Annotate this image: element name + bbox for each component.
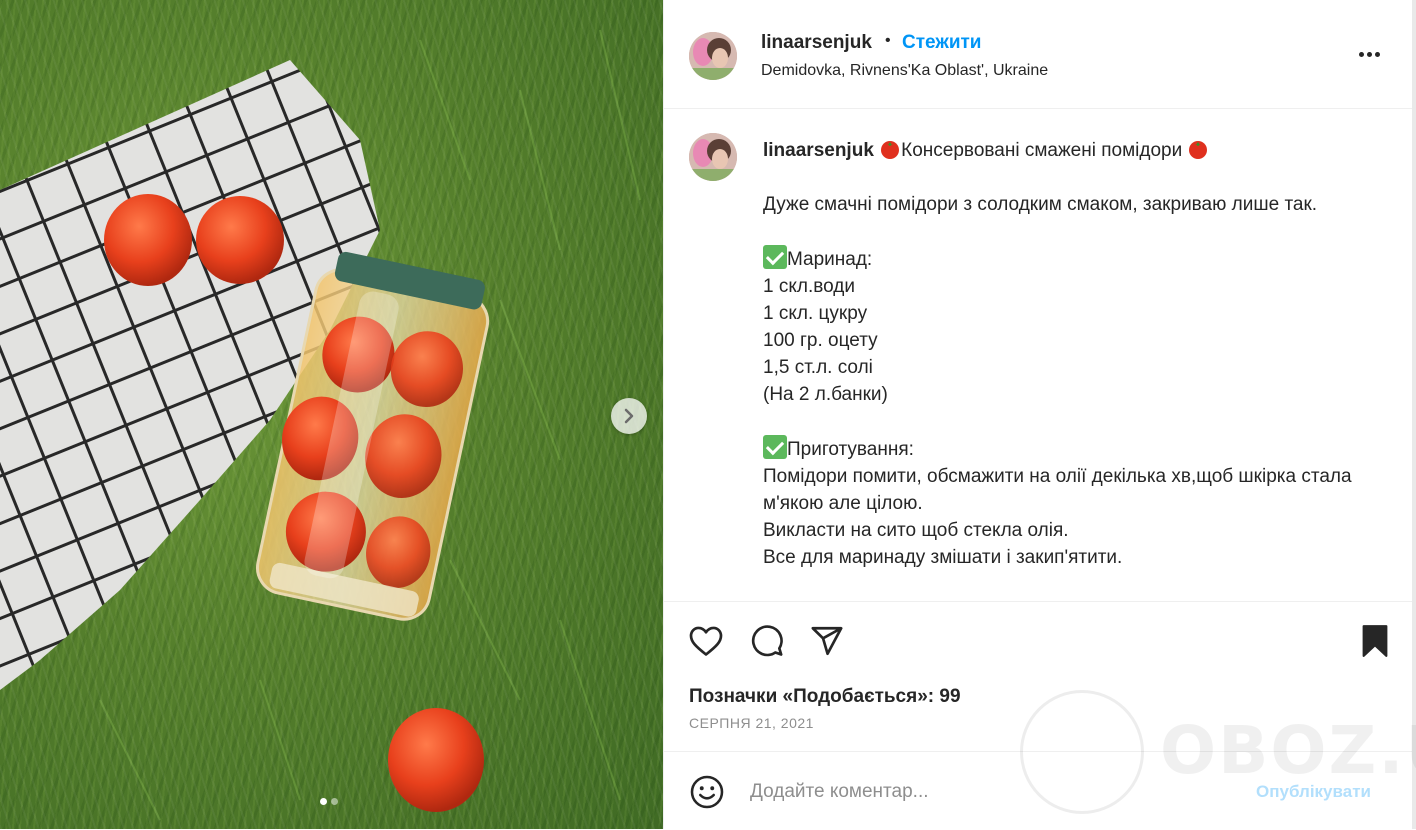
author-avatar[interactable] bbox=[689, 32, 737, 80]
comment-icon[interactable] bbox=[749, 624, 785, 658]
marinade-heading-line: Маринад: bbox=[763, 245, 1373, 273]
caption-body: Дуже смачні помідори з солодким смаком, … bbox=[763, 191, 1373, 571]
comment-input[interactable] bbox=[748, 776, 1232, 808]
author-username-link[interactable]: linaarsenjuk bbox=[761, 32, 872, 54]
location-link[interactable]: Demidovka, Rivnens'Ka Oblast', Ukraine bbox=[761, 62, 1048, 80]
prep-heading: Приготування: bbox=[787, 439, 914, 460]
photo-illustration bbox=[0, 29, 641, 821]
post-date[interactable]: СЕРПНЯ 21, 2021 bbox=[689, 715, 814, 731]
caption-scroll-area[interactable]: linaarsenjuk Консервовані смажені помідо… bbox=[664, 109, 1413, 601]
marinade-line: 1 скл. цукру bbox=[763, 303, 868, 324]
comment-form: Опублікувати bbox=[664, 751, 1413, 830]
caption-avatar[interactable] bbox=[689, 133, 737, 181]
more-dot-icon bbox=[1366, 51, 1372, 57]
post-image[interactable] bbox=[0, 0, 663, 829]
marinade-heading: Маринад: bbox=[787, 249, 873, 270]
publish-button[interactable]: Опублікувати bbox=[1256, 782, 1371, 802]
check-mark-icon bbox=[763, 245, 787, 269]
carousel-indicator bbox=[320, 798, 338, 805]
more-dot-icon bbox=[1374, 51, 1380, 57]
likes-count[interactable]: Позначки «Подобається»: 99 bbox=[689, 686, 961, 708]
prep-line: Все для маринаду змішати і закип'ятити. bbox=[763, 547, 1123, 568]
marinade-line: (На 2 л.банки) bbox=[763, 384, 888, 405]
next-image-button[interactable] bbox=[611, 398, 647, 434]
post-header: linaarsenjuk • Стежити Demidovka, Rivnen… bbox=[664, 0, 1413, 109]
post-actions: Позначки «Подобається»: 99 СЕРПНЯ 21, 20… bbox=[664, 601, 1413, 752]
more-options-button[interactable] bbox=[1354, 42, 1384, 66]
carousel-dot bbox=[331, 798, 338, 805]
carousel-dot-active bbox=[320, 798, 327, 805]
emoji-picker-icon[interactable] bbox=[689, 774, 725, 810]
marinade-line: 1,5 ст.л. солі bbox=[763, 357, 873, 378]
caption-header: linaarsenjuk Консервовані смажені помідо… bbox=[763, 137, 1209, 164]
post-details-panel: linaarsenjuk • Стежити Demidovka, Rivnen… bbox=[663, 0, 1413, 829]
paper-plane-icon[interactable] bbox=[810, 624, 844, 658]
prep-line: Викласти на сито щоб стекла олія. bbox=[763, 520, 1069, 541]
check-mark-icon bbox=[763, 435, 787, 459]
caption-intro: Дуже смачні помідори з солодким смаком, … bbox=[763, 194, 1318, 215]
prep-heading-line: Приготування: bbox=[763, 435, 1373, 463]
tomato-emoji-icon bbox=[1189, 141, 1208, 159]
scrollbar-track[interactable] bbox=[1412, 0, 1416, 829]
heart-icon[interactable] bbox=[688, 624, 724, 658]
chevron-right-icon bbox=[624, 408, 634, 424]
bookmark-icon[interactable] bbox=[1360, 624, 1390, 658]
prep-line: Помідори помити, обсмажити на олії декіл… bbox=[763, 466, 1357, 514]
marinade-line: 1 скл.води bbox=[763, 276, 855, 297]
avatar-image bbox=[689, 133, 737, 181]
tomato-emoji-icon bbox=[881, 141, 900, 159]
follow-button[interactable]: Стежити bbox=[902, 32, 981, 54]
avatar-image bbox=[689, 32, 737, 80]
caption-username-link[interactable]: linaarsenjuk bbox=[763, 140, 874, 161]
header-separator: • bbox=[885, 32, 891, 49]
more-dot-icon bbox=[1358, 51, 1364, 57]
caption-title: Консервовані смажені помідори bbox=[901, 140, 1183, 161]
marinade-line: 100 гр. оцету bbox=[763, 330, 878, 351]
